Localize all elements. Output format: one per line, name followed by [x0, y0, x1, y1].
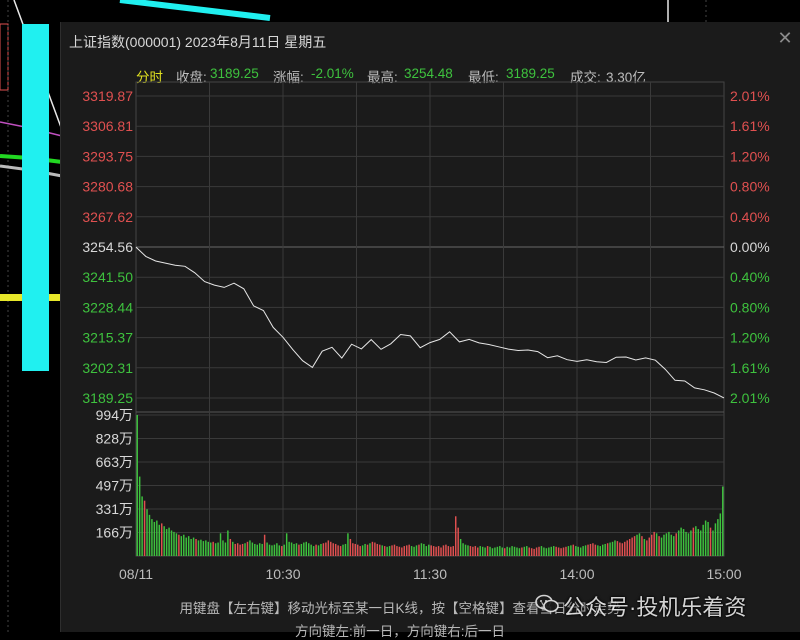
volume-tick-label: 994万	[96, 407, 133, 423]
price-tick-label: 3189.25	[82, 390, 133, 406]
time-tick-label: 11:30	[413, 566, 447, 582]
percent-tick-label: 0.40%	[730, 269, 770, 285]
percent-tick-label: 0.80%	[730, 179, 770, 195]
volume-tick-label: 828万	[96, 431, 133, 447]
percent-tick-label: 2.01%	[730, 88, 770, 104]
intraday-chart[interactable]: 3319.87 3306.81 3293.75 3280.68 3267.62 3254.…	[0, 0, 800, 632]
percent-axis-labels: 2.01% 1.61% 1.20% 0.80% 0.40% 0.00% 0.40% 0.80%…	[730, 88, 770, 406]
watermark-text: 公众号·投机乐着资	[563, 595, 747, 620]
percent-tick-label: 0.00%	[730, 239, 770, 255]
volume-tick-label: 497万	[96, 478, 133, 494]
price-tick-label: 3241.50	[82, 269, 133, 285]
price-tick-label: 3306.81	[82, 118, 133, 134]
price-tick-label: 3202.31	[82, 360, 133, 376]
percent-tick-label: 1.61%	[730, 118, 770, 134]
percent-tick-label: 0.80%	[730, 299, 770, 315]
time-tick-label: 15:00	[706, 566, 741, 582]
wechat-icon	[535, 594, 559, 613]
time-tick-label: 08/11	[119, 566, 153, 582]
percent-tick-label: 2.01%	[730, 390, 770, 406]
price-tick-label: 3254.56	[82, 239, 133, 255]
price-axis-labels: 3319.87 3306.81 3293.75 3280.68 3267.62 3254.…	[82, 88, 133, 406]
volume-tick-label: 166万	[96, 525, 133, 541]
volume-tick-label: 331万	[96, 501, 133, 517]
time-tick-label: 14:00	[559, 566, 594, 582]
price-tick-label: 3215.37	[82, 330, 133, 346]
price-tick-label: 3267.62	[82, 209, 133, 225]
percent-tick-label: 1.20%	[730, 148, 770, 164]
volume-axis-labels: 994万 828万 663万 497万 331万 166万	[96, 407, 133, 541]
chart-grid	[135, 81, 725, 557]
price-tick-label: 3319.87	[82, 88, 133, 104]
percent-tick-label: 0.40%	[730, 209, 770, 225]
price-tick-label: 3228.44	[82, 299, 133, 315]
time-axis-labels: 08/11 10:30 11:30 14:00 15:00	[119, 566, 742, 582]
time-tick-label: 10:30	[265, 566, 300, 582]
price-tick-label: 3280.68	[82, 179, 133, 195]
percent-tick-label: 1.61%	[730, 360, 770, 376]
percent-tick-label: 1.20%	[730, 330, 770, 346]
volume-tick-label: 663万	[96, 454, 133, 470]
price-tick-label: 3293.75	[82, 148, 133, 164]
watermark: 公众号·投机乐着资	[535, 588, 795, 624]
